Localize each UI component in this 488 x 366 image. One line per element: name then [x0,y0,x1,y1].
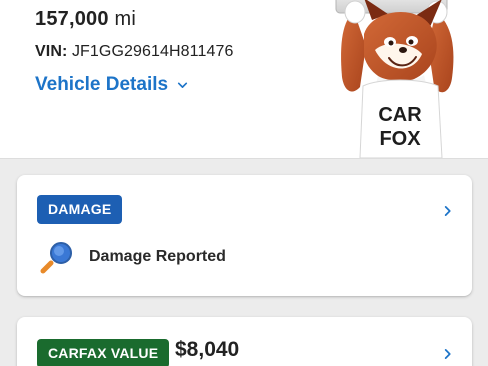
left-pupil [388,40,394,46]
chevron-right-icon [444,206,451,216]
shirt-text-fox: FOX [379,128,421,150]
damage-reported-text: Damage Reported [89,248,226,265]
mileage-text: 157,000 mi [35,8,136,31]
damage-badge: DAMAGE [37,195,123,224]
nose [399,47,407,53]
carfax-value-card[interactable]: CARFAX VALUE $8,040 [17,317,472,366]
section-divider [0,158,488,159]
shirt-text-car: CAR [378,104,422,126]
vehicle-details-link[interactable]: Vehicle Details [35,74,189,96]
mileage-unit: mi [114,8,136,30]
chevron-down-icon [177,82,188,88]
chevron-right-icon [444,349,451,359]
left-hand [344,0,366,24]
vehicle-summary-section: 157,000 mi VIN: JF1GG29614H811476 Vehicl… [0,0,488,158]
damage-summary-row: Damage Reported [39,239,226,275]
carfax-value-badge: CARFAX VALUE [37,339,170,366]
carfox-mascot-illustration: CAR FOX [335,0,454,158]
vin-row: VIN: JF1GG29614H811476 [35,43,233,61]
magnifier-icon [40,242,72,274]
left-arm [341,12,366,92]
vehicle-report-screen: 157,000 mi VIN: JF1GG29614H811476 Vehicl… [0,0,488,366]
carfax-value-amount: $8,040 [175,338,240,361]
vin-label: VIN: [35,43,68,60]
damage-card[interactable]: DAMAGE Damage Reported [17,175,472,296]
vin-value: JF1GG29614H811476 [71,43,234,60]
mileage-value: 157,000 [35,8,109,30]
vehicle-details-label: Vehicle Details [35,74,169,95]
right-pupil [408,39,414,45]
